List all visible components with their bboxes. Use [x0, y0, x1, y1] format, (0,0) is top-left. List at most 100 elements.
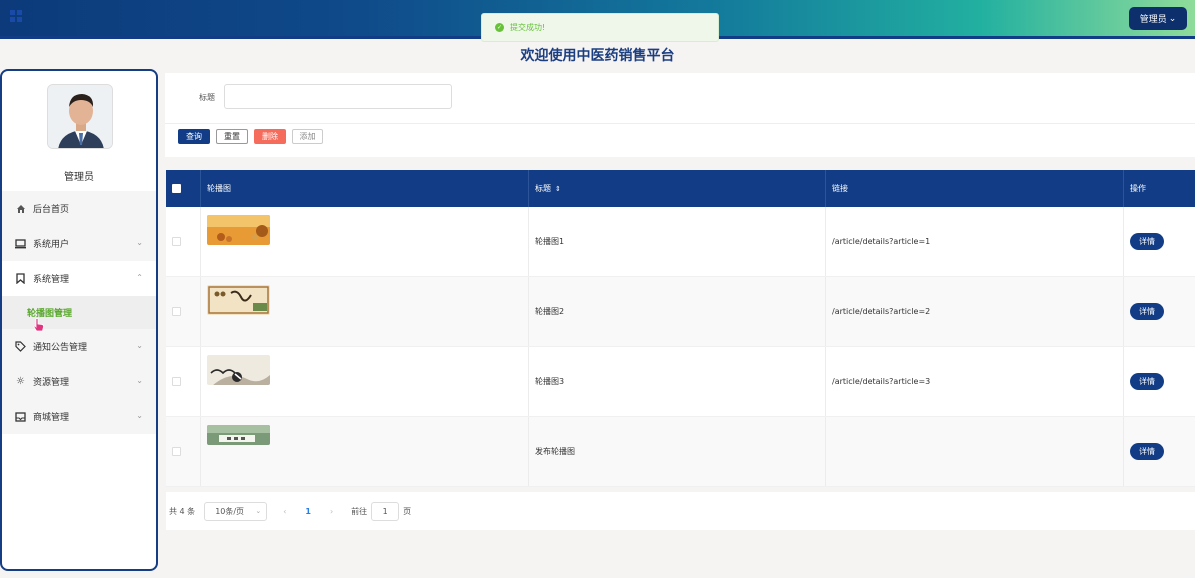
table-row: 发布轮播图 详情: [166, 417, 1195, 487]
sidebar-item-label: 后台首页: [33, 205, 70, 215]
sidebar-item-carousel-management[interactable]: 轮播图管理: [2, 296, 156, 329]
header-op: 操作: [1130, 184, 1146, 193]
row-checkbox-cell: [166, 207, 201, 276]
image-cell: [201, 417, 529, 486]
table-header: 轮播图 标题 ⇕ 链接 操作: [166, 170, 1195, 207]
table-row: 轮播图3 /article/details?article=3 详情: [166, 347, 1195, 417]
add-button[interactable]: 添加: [292, 129, 323, 144]
carousel-thumbnail: [207, 215, 270, 245]
goto-page-input[interactable]: 1: [371, 501, 400, 521]
sort-icon[interactable]: ⇕: [555, 185, 561, 193]
header-link: 链接: [826, 170, 1124, 207]
link-cell: /article/details?article=3: [826, 347, 1124, 416]
chevron-down-icon: ⌄: [1168, 13, 1177, 24]
header-title[interactable]: 标题 ⇕: [529, 170, 826, 207]
title-cell: 轮播图3: [529, 347, 826, 416]
chevron-down-icon: ⌄: [136, 376, 143, 385]
sidebar-item-resource-management[interactable]: ☼ 资源管理 ⌄: [2, 364, 156, 399]
total-count: 共 4 条: [169, 506, 196, 516]
menu-grid-icon[interactable]: [10, 10, 23, 23]
admin-label: 管理员: [1139, 15, 1167, 25]
carousel-table: 轮播图 标题 ⇕ 链接 操作 轮播图1 /article/details?art…: [166, 170, 1195, 487]
query-button[interactable]: 查询: [178, 129, 210, 144]
sidebar-item-notice-management[interactable]: 通知公告管理 ⌄: [2, 329, 156, 364]
page-size-select[interactable]: 10条/页 ⌄: [204, 501, 268, 521]
carousel-thumbnail: [207, 425, 270, 445]
row-checkbox[interactable]: [172, 237, 181, 246]
divider: [165, 123, 1195, 124]
title-search-label: 标题: [199, 93, 215, 102]
sidebar: 管理员 后台首页 系统用户 ⌄ 系统管理 ⌃ 轮播图管理 通知公告管理 ⌄ ☼ …: [0, 69, 158, 571]
select-all-checkbox[interactable]: [172, 184, 181, 193]
image-cell: [201, 207, 529, 276]
link-cell: [826, 417, 1124, 486]
op-cell: 详情: [1124, 277, 1195, 346]
table-row: 轮播图1 /article/details?article=1 详情: [166, 207, 1195, 277]
link-cell: /article/details?article=1: [826, 207, 1124, 276]
row-checkbox[interactable]: [172, 307, 181, 316]
sidebar-item-label: 通知公告管理: [33, 343, 88, 353]
row-checkbox[interactable]: [172, 377, 181, 386]
bookmark-icon: [15, 273, 26, 284]
chevron-down-icon: ⌄: [136, 411, 143, 420]
prev-page-icon[interactable]: ‹: [283, 507, 286, 516]
image-cell: [201, 347, 529, 416]
sidebar-item-label: 商城管理: [33, 413, 70, 423]
delete-button[interactable]: 删除: [254, 129, 286, 144]
sidebar-item-system-management[interactable]: 系统管理 ⌃: [2, 261, 156, 296]
header-image: 轮播图: [201, 170, 529, 207]
detail-button[interactable]: 详情: [1130, 233, 1164, 250]
sun-icon: ☼: [16, 376, 25, 387]
sidebar-item-label: 资源管理: [33, 378, 70, 388]
header-title-label: 标题: [535, 184, 551, 193]
detail-button[interactable]: 详情: [1130, 373, 1164, 390]
carousel-thumbnail: [207, 355, 270, 385]
home-icon: [15, 203, 26, 214]
detail-button[interactable]: 详情: [1130, 443, 1164, 460]
page-suffix: 页: [403, 506, 412, 516]
tag-icon: [15, 341, 26, 352]
title-search-input[interactable]: [224, 84, 452, 109]
carousel-thumbnail: [207, 285, 270, 315]
page-size-value: 10条/页: [215, 506, 245, 516]
image-cell: [201, 277, 529, 346]
row-checkbox-cell: [166, 347, 201, 416]
chevron-down-icon: ⌄: [136, 341, 143, 350]
page-number[interactable]: 1: [305, 507, 311, 516]
toast-message: 提交成功!: [510, 23, 546, 32]
sidebar-item-label: 系统用户: [33, 240, 70, 250]
link-cell: /article/details?article=2: [826, 277, 1124, 346]
page-title: 欢迎使用中医药销售平台: [520, 48, 675, 64]
reset-button[interactable]: 重置: [216, 129, 248, 144]
sidebar-item-label: 系统管理: [33, 275, 70, 285]
chevron-down-icon: ⌄: [136, 238, 143, 247]
op-cell: 详情: [1124, 417, 1195, 486]
check-circle-icon: ✓: [495, 23, 504, 32]
header-checkbox-cell: [166, 170, 201, 207]
sidebar-item-mall-management[interactable]: 商城管理 ⌄: [2, 399, 156, 434]
op-cell: 详情: [1124, 207, 1195, 276]
next-page-icon[interactable]: ›: [330, 507, 333, 516]
hand-cursor-icon: [33, 318, 45, 332]
inbox-icon: [15, 411, 26, 422]
row-checkbox-cell: [166, 277, 201, 346]
admin-dropdown-button[interactable]: 管理员 ⌄: [1129, 7, 1187, 30]
row-checkbox-cell: [166, 417, 201, 486]
user-name: 管理员: [64, 172, 94, 183]
title-cell: 发布轮播图: [529, 417, 826, 486]
avatar: [47, 84, 113, 149]
row-checkbox[interactable]: [172, 447, 181, 456]
sidebar-item-system-users[interactable]: 系统用户 ⌄: [2, 226, 156, 261]
monitor-icon: [15, 238, 26, 249]
sidebar-menu: 后台首页 系统用户 ⌄ 系统管理 ⌃ 轮播图管理 通知公告管理 ⌄ ☼ 资源管理…: [2, 191, 156, 434]
op-cell: 详情: [1124, 347, 1195, 416]
chevron-down-icon: ⌄: [255, 507, 262, 515]
sidebar-item-home[interactable]: 后台首页: [2, 191, 156, 226]
chevron-up-icon: ⌃: [136, 273, 143, 282]
title-cell: 轮播图2: [529, 277, 826, 346]
detail-button[interactable]: 详情: [1130, 303, 1164, 320]
title-cell: 轮播图1: [529, 207, 826, 276]
goto-label: 前往: [351, 506, 368, 516]
pagination: 共 4 条 10条/页 ⌄ ‹ 1 › 前往 1 页: [166, 492, 1195, 530]
success-toast: ✓ 提交成功!: [481, 13, 719, 42]
